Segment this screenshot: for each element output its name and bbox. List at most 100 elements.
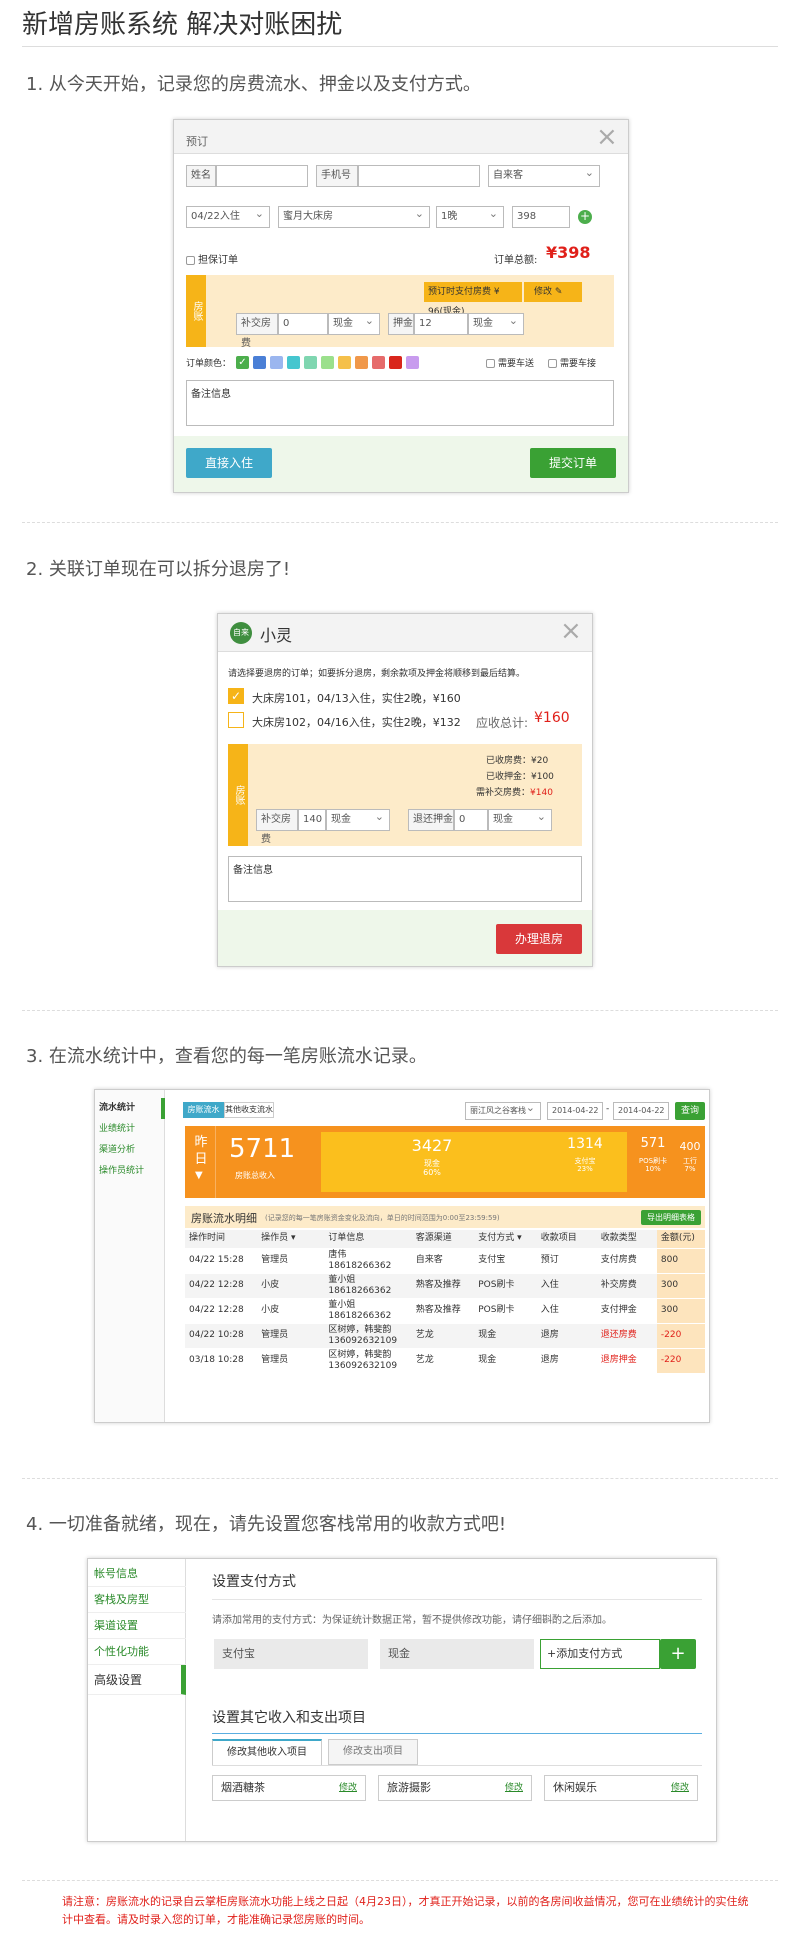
- dialog-title: 预订: [186, 135, 208, 148]
- supp-input[interactable]: 140: [298, 809, 326, 831]
- start-date-input[interactable]: 2014-04-22: [547, 1102, 603, 1120]
- table-cell: 退房押金: [596, 1348, 657, 1374]
- settings-nav-item[interactable]: 个性化功能: [88, 1639, 186, 1665]
- checkout-button[interactable]: 办理退房: [496, 924, 582, 954]
- tab-expense[interactable]: 修改支出项目: [328, 1739, 418, 1765]
- day-dropdown-icon[interactable]: ▼: [195, 1170, 203, 1181]
- channel-select[interactable]: 自来客: [488, 163, 600, 187]
- deposit-input[interactable]: 12: [414, 313, 468, 335]
- phone-input[interactable]: [358, 165, 480, 187]
- room-102-checkbox[interactable]: [228, 712, 244, 728]
- room-type-select[interactable]: 蜜月大床房: [278, 204, 430, 228]
- table-header-row: 操作时间 操作员 ▾ 订单信息 客源渠道 支付方式 ▾ 收款项目 收款类型 金额(元): [185, 1230, 705, 1249]
- color-swatch[interactable]: [287, 356, 300, 369]
- edit-link[interactable]: 修改: [671, 1776, 689, 1800]
- cash-pct: 60%: [423, 1168, 441, 1177]
- tab-room-flow[interactable]: 房账流水: [183, 1102, 224, 1118]
- add-payment-button[interactable]: +: [660, 1639, 696, 1669]
- cell-text: 800: [660, 1255, 679, 1265]
- tab-other-flow[interactable]: 其他收支流水: [224, 1102, 274, 1118]
- store-select[interactable]: 丽江风之谷客栈: [465, 1100, 541, 1120]
- notes-textarea[interactable]: 备注信息: [186, 380, 614, 426]
- nights-select[interactable]: 1晚: [436, 204, 504, 228]
- color-swatch[interactable]: [389, 356, 402, 369]
- stats-nav-item[interactable]: 业绩统计: [95, 1119, 165, 1140]
- color-swatch[interactable]: [321, 356, 334, 369]
- table-cell: 退房: [536, 1323, 597, 1349]
- settings-panel: 帐号信息 客栈及房型 渠道设置 个性化功能 高级设置 设置支付方式 请添加常用的支付方式…: [87, 1558, 717, 1842]
- column-header[interactable]: 操作员 ▾: [257, 1230, 325, 1249]
- stats-nav-item[interactable]: 流水统计: [95, 1098, 165, 1119]
- income-item: 旅游摄影 修改: [378, 1775, 532, 1801]
- supp-pay-select[interactable]: 现金: [326, 807, 390, 831]
- color-swatch[interactable]: [355, 356, 368, 369]
- cell-text: 董小姐: [328, 1299, 356, 1310]
- color-swatch[interactable]: [304, 356, 317, 369]
- table-cell: 预订: [536, 1248, 597, 1274]
- deposit-pay-select[interactable]: 现金: [468, 311, 524, 335]
- cell-text: 补交房费: [600, 1280, 637, 1290]
- cell-text: 03/18 10:28: [189, 1355, 244, 1365]
- prepay-text: 预订时支付房费 ¥ 96(现金): [424, 282, 522, 317]
- guarantee-label: 担保订单: [198, 255, 238, 266]
- cell-text: 现金: [478, 1330, 497, 1340]
- tab-other-income[interactable]: 修改其他收入项目: [212, 1739, 322, 1765]
- settings-nav-item[interactable]: 渠道设置: [88, 1613, 186, 1639]
- refund-pay-select[interactable]: 现金: [488, 807, 552, 831]
- table-cell: 300: [656, 1273, 705, 1299]
- table-cell: 董小姐 18618266362: [324, 1298, 412, 1324]
- notes-textarea[interactable]: 备注信息: [228, 856, 582, 902]
- end-date-input[interactable]: 2014-04-22: [613, 1102, 669, 1120]
- table-cell: 入住: [536, 1298, 597, 1324]
- detail-hint: (记录您的每一笔房账资金变化及流向，单日的时间范围为0:00至23:59:59): [265, 1214, 500, 1222]
- settings-nav-item[interactable]: 高级设置: [88, 1665, 186, 1695]
- close-icon[interactable]: ×: [560, 618, 582, 644]
- color-swatch[interactable]: [253, 356, 266, 369]
- color-label: 订单颜色：: [186, 359, 232, 369]
- table-cell: -220: [656, 1323, 705, 1349]
- settings-nav-item[interactable]: 帐号信息: [88, 1561, 186, 1587]
- cell-text: -220: [660, 1355, 682, 1365]
- checkin-select[interactable]: 04/22入住: [186, 204, 270, 228]
- room-101-checkbox[interactable]: ✓: [228, 688, 244, 704]
- close-icon[interactable]: ×: [596, 124, 618, 150]
- add-room-icon[interactable]: +: [578, 210, 592, 224]
- color-swatch[interactable]: [270, 356, 283, 369]
- car-pick-checkbox[interactable]: 需要车接: [548, 356, 596, 369]
- settings-nav-item[interactable]: 客栈及房型: [88, 1587, 186, 1613]
- column-header: 操作时间: [185, 1230, 258, 1249]
- cell-text: 入住: [540, 1305, 559, 1315]
- color-swatch[interactable]: [372, 356, 385, 369]
- supp-label: 补交房费: [236, 313, 278, 349]
- submit-order-button[interactable]: 提交订单: [530, 448, 616, 478]
- edit-prepay-button[interactable]: 修改 ✎: [524, 282, 582, 302]
- table-cell: 支付房费: [596, 1248, 657, 1274]
- stats-nav-item[interactable]: 操作员统计: [95, 1161, 165, 1182]
- supp-input[interactable]: 0: [278, 313, 328, 335]
- color-swatch[interactable]: ✓: [236, 356, 249, 369]
- cell-text: 支付宝: [478, 1255, 506, 1265]
- stats-nav-item[interactable]: 渠道分析: [95, 1140, 165, 1161]
- refund-input[interactable]: 0: [454, 809, 488, 831]
- table-cell: 艺龙: [411, 1348, 475, 1374]
- cell-text: 艺龙: [415, 1355, 434, 1365]
- settings-nav: 帐号信息 客栈及房型 渠道设置 个性化功能 高级设置: [88, 1561, 186, 1695]
- export-button[interactable]: 导出明细表格: [641, 1210, 701, 1225]
- cell-text: 300: [660, 1280, 679, 1290]
- direct-checkin-button[interactable]: 直接入住: [186, 448, 272, 478]
- column-header[interactable]: 支付方式 ▾: [474, 1230, 537, 1249]
- guarantee-checkbox[interactable]: 担保订单: [186, 251, 238, 266]
- supp-pay-select[interactable]: 现金: [328, 311, 380, 335]
- add-payment-input[interactable]: +添加支付方式: [540, 1639, 660, 1669]
- edit-link[interactable]: 修改: [339, 1776, 357, 1800]
- query-button[interactable]: 查询: [675, 1102, 705, 1120]
- name-input[interactable]: [216, 165, 308, 187]
- dialog-header: [174, 120, 628, 154]
- price-input[interactable]: 398: [512, 206, 570, 228]
- cell-text: 管理员: [261, 1355, 289, 1365]
- cell-text: 入住: [540, 1280, 559, 1290]
- color-swatch[interactable]: [406, 356, 419, 369]
- color-swatch[interactable]: [338, 356, 351, 369]
- edit-link[interactable]: 修改: [505, 1776, 523, 1800]
- car-send-checkbox[interactable]: 需要车送: [486, 356, 534, 369]
